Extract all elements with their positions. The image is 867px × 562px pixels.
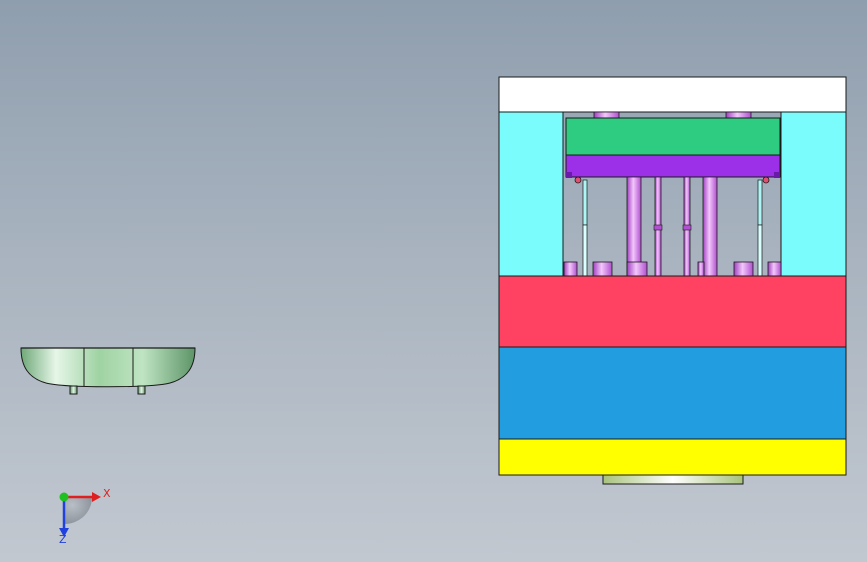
top-screw-right <box>725 111 752 119</box>
ejector-plate-corner-left <box>566 172 572 178</box>
reference-triad[interactable]: X Z <box>59 487 111 546</box>
cavity-plate[interactable] <box>498 275 847 348</box>
guide-pin-right-upper <box>757 179 763 226</box>
spacer-block-right[interactable] <box>780 111 847 277</box>
guide-pin-right-lower <box>757 224 763 277</box>
guide-pin-left-lower <box>582 224 588 277</box>
bowl-body <box>20 347 196 388</box>
spacer-block-left[interactable] <box>498 111 564 277</box>
core-plate[interactable] <box>498 346 847 440</box>
ejector-plate[interactable] <box>565 154 781 178</box>
y-axis-point-icon <box>59 492 69 502</box>
stop-pin-5 <box>733 261 754 277</box>
mold-assembly[interactable] <box>498 76 847 485</box>
guide-pin-left-upper <box>582 179 588 226</box>
top-screw-left <box>593 111 620 119</box>
top-clamp-plate[interactable] <box>498 76 847 113</box>
model-scene[interactable]: X Z <box>0 0 867 562</box>
x-axis-arrow-icon <box>92 492 101 502</box>
ejector-retainer-plate[interactable] <box>565 117 781 156</box>
ejector-pin-collar-left <box>653 224 663 231</box>
ejector-pin-collar-right <box>682 224 692 231</box>
graphics-viewport[interactable]: X Z <box>0 0 867 562</box>
ejector-pin-large-right <box>702 176 718 277</box>
stop-pin-4 <box>697 261 705 277</box>
ejector-plate-corner-right <box>774 172 780 178</box>
part-preview[interactable] <box>20 347 196 395</box>
bottom-clamp-plate[interactable] <box>498 438 847 476</box>
z-axis-label: Z <box>59 533 67 546</box>
return-pin-head-left <box>574 176 582 184</box>
stop-pin-3 <box>626 261 648 277</box>
x-axis-label: X <box>103 487 111 500</box>
return-pin-head-right <box>762 176 770 184</box>
ejector-pin-large-left <box>626 176 642 277</box>
locating-ring[interactable] <box>602 474 744 485</box>
stop-pin-1 <box>563 261 578 277</box>
stop-pin-6 <box>767 261 782 277</box>
triad-shadow <box>64 497 92 524</box>
bowl-foot-left <box>69 385 78 395</box>
bowl-foot-right <box>137 385 146 395</box>
stop-pin-2 <box>592 261 613 277</box>
